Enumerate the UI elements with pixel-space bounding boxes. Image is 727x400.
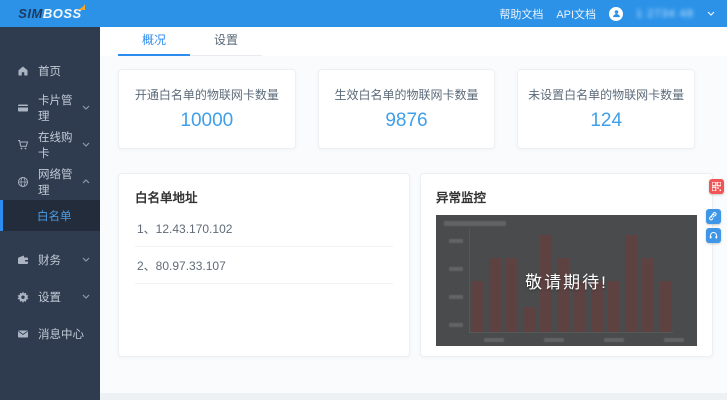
stats-row: 开通白名单的物联网卡数量 10000 生效白名单的物联网卡数量 9876 未设置…: [118, 69, 696, 149]
stat-card-unset: 未设置白名单的物联网卡数量 124: [517, 69, 696, 149]
sidebar-nav: 首页 卡片管理 在线购卡 网络管理 白名单 财务 设置 消息中心: [0, 27, 100, 400]
cart-icon: [17, 139, 29, 151]
home-icon: [17, 65, 29, 77]
qr-code-icon: [712, 182, 721, 191]
network-icon: [17, 176, 29, 188]
chevron-up-icon: [82, 179, 90, 184]
sidebar-item-label: 财务: [38, 254, 61, 267]
header-right-group: 帮助文档 API文档 1 2734 48: [499, 6, 727, 22]
chevron-down-icon: [82, 105, 90, 110]
whitelist-dashboard-page: { "brand": { "sim": "SIM", "boss": "BOSS…: [0, 0, 727, 400]
sidebar-item-message-center[interactable]: 消息中心: [0, 315, 100, 352]
brand-logo-sim: SIM: [18, 6, 43, 21]
help-docs-link[interactable]: 帮助文档: [499, 6, 543, 22]
tab-settings[interactable]: 设置: [190, 23, 262, 55]
stat-value: 9876: [385, 110, 428, 131]
link-icon: [709, 212, 717, 221]
wallet-icon: [17, 254, 29, 266]
headset-icon: [709, 232, 718, 239]
whitelist-item: 1、12.43.170.102: [135, 210, 393, 247]
sidebar-item-label: 消息中心: [38, 328, 84, 341]
anomaly-monitor-panel: 异常监控 敬请期待!: [420, 173, 713, 357]
sidebar-subitem-label: 白名单: [37, 210, 72, 223]
content-area: 开通白名单的物联网卡数量 10000 生效白名单的物联网卡数量 9876 未设置…: [100, 56, 727, 357]
stat-card-opened: 开通白名单的物联网卡数量 10000: [118, 69, 296, 149]
sidebar-item-card-management[interactable]: 卡片管理: [0, 89, 100, 126]
whitelist-item: 2、80.97.33.107: [135, 247, 393, 284]
tab-bar: 概况 设置: [100, 27, 727, 56]
logo-swoosh-icon: [76, 4, 85, 10]
sidebar-item-finance[interactable]: 财务: [0, 241, 100, 278]
tabs-nav: 概况 设置: [118, 23, 262, 56]
chevron-down-icon: [82, 257, 90, 262]
sidebar-item-label: 网络管理: [38, 168, 73, 197]
monitor-chart: 敬请期待!: [436, 215, 697, 346]
sidebar-item-buy-cards[interactable]: 在线购卡: [0, 126, 100, 163]
sidebar-item-settings[interactable]: 设置: [0, 278, 100, 315]
stat-value: 10000: [180, 110, 234, 131]
chevron-down-icon: [82, 294, 90, 299]
brand-logo[interactable]: SIM BOSS: [0, 0, 100, 27]
stat-card-effective: 生效白名单的物联网卡数量 9876: [317, 69, 496, 149]
sidebar-item-home[interactable]: 首页: [0, 52, 100, 89]
monitor-panel-title: 异常监控: [436, 191, 487, 205]
user-menu-chevron-down-icon[interactable]: [707, 11, 715, 16]
stat-title: 开通白名单的物联网卡数量: [134, 88, 279, 102]
username-masked[interactable]: 1 2734 48: [636, 8, 694, 20]
stat-value: 124: [590, 110, 623, 131]
tab-overview[interactable]: 概况: [118, 23, 190, 56]
promo-qr-button[interactable]: [709, 179, 724, 194]
sidebar-item-label: 首页: [38, 65, 61, 78]
top-header: SIM BOSS 帮助文档 API文档 1 2734 48: [0, 0, 727, 27]
person-icon: [612, 10, 620, 18]
whitelist-address-panel: 白名单地址 1、12.43.170.102 2、80.97.33.107: [118, 173, 410, 357]
sidebar-item-label: 设置: [38, 291, 61, 304]
coming-soon-overlay: 敬请期待!: [525, 273, 608, 292]
main-area: 概况 设置 开通白名单的物联网卡数量 10000 生效白名单的物联网卡数量 98…: [100, 27, 727, 400]
sidebar-item-label: 卡片管理: [38, 94, 73, 123]
api-docs-link[interactable]: API文档: [556, 6, 596, 22]
card-icon: [17, 102, 29, 114]
panels-row: 白名单地址 1、12.43.170.102 2、80.97.33.107 异常监…: [118, 173, 713, 357]
whitelist-list: 1、12.43.170.102 2、80.97.33.107: [135, 210, 393, 284]
quick-link-button[interactable]: [706, 209, 721, 224]
customer-service-button[interactable]: [706, 228, 721, 243]
sidebar-item-label: 在线购卡: [38, 131, 73, 160]
sidebar-subitem-whitelist[interactable]: 白名单: [0, 200, 100, 231]
sidebar-item-network-management[interactable]: 网络管理: [0, 163, 100, 200]
whitelist-panel-title: 白名单地址: [135, 191, 198, 205]
envelope-icon: [17, 328, 29, 340]
stat-title: 未设置白名单的物联网卡数量: [528, 88, 685, 102]
page-footer-strip: [100, 393, 727, 400]
chevron-down-icon: [82, 142, 90, 147]
user-avatar[interactable]: [609, 6, 624, 21]
stat-title: 生效白名单的物联网卡数量: [334, 88, 479, 102]
gear-icon: [17, 291, 29, 303]
